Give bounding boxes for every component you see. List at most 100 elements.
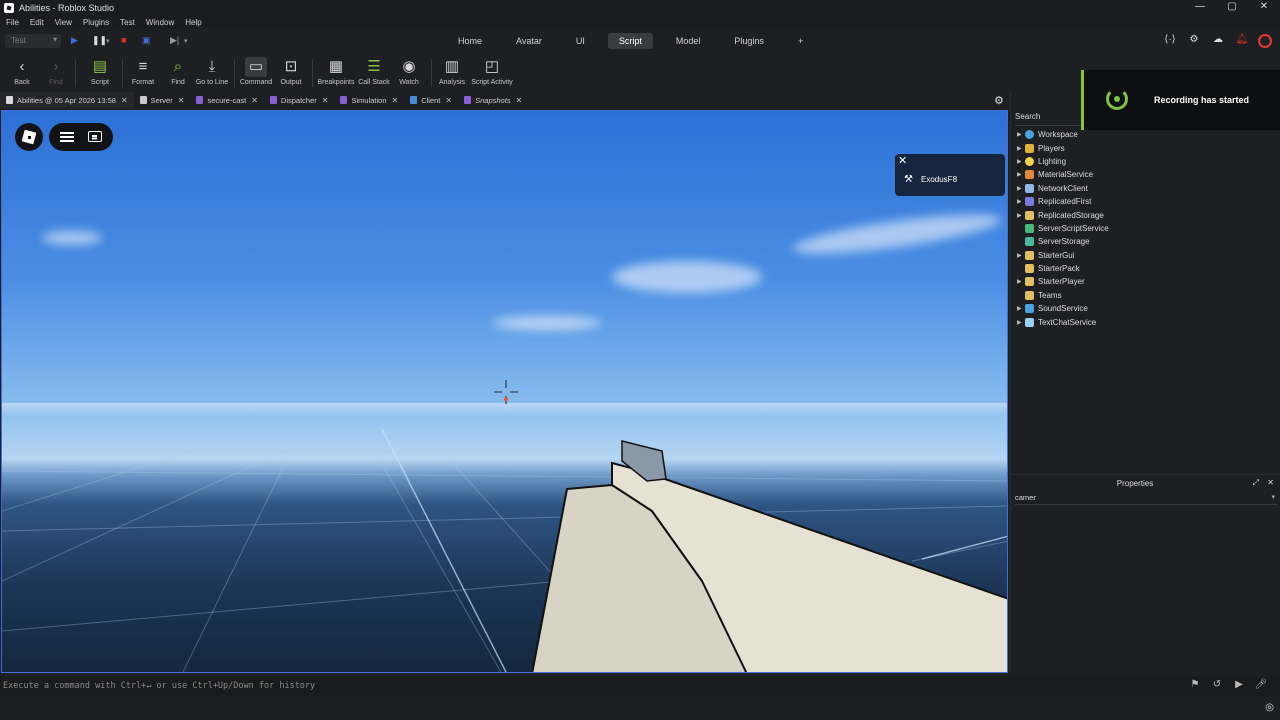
microphone-icon[interactable]: 🎤︎: [1250, 679, 1272, 690]
switch-client-server-icon[interactable]: ▣: [142, 35, 151, 46]
menu-edit[interactable]: Edit: [30, 18, 44, 27]
tree-item-network-client[interactable]: ▶ NetworkClient: [1017, 182, 1109, 195]
expand-arrow-icon[interactable]: ▶: [1017, 158, 1025, 165]
stop-icon[interactable]: ■: [121, 35, 126, 45]
close-icon[interactable]: ✕: [898, 154, 907, 167]
bookmark-icon[interactable]: ⚑: [1184, 679, 1206, 690]
tree-item-lighting[interactable]: ▶ Lighting: [1017, 155, 1109, 168]
share-icon[interactable]: ⟨·⟩: [1158, 34, 1182, 48]
minimize-button[interactable]: —: [1184, 0, 1216, 15]
pause-options-chevron-icon[interactable]: ▾: [106, 37, 110, 45]
doc-tab-simulation[interactable]: Simulation ✕: [334, 92, 404, 108]
expand-arrow-icon[interactable]: ▶: [1017, 212, 1025, 219]
menu-help[interactable]: Help: [185, 18, 201, 27]
roblox-menu-button[interactable]: [15, 123, 43, 151]
step-options-chevron-icon[interactable]: ▾: [184, 37, 188, 45]
close-tab-icon[interactable]: ✕: [178, 96, 185, 105]
script-button[interactable]: ▤ Script: [78, 57, 122, 86]
tab-model[interactable]: Model: [665, 33, 712, 49]
folder-icon: [1025, 277, 1034, 287]
tree-item-starter-player[interactable]: ▶ StarterPlayer: [1017, 275, 1109, 288]
tab-ui[interactable]: UI: [565, 33, 596, 49]
chat-icon[interactable]: [88, 131, 102, 142]
step-icon[interactable]: ▶|: [170, 35, 179, 46]
properties-filter-input[interactable]: camer: [1015, 493, 1277, 505]
maximize-button[interactable]: ▢: [1216, 0, 1248, 15]
tree-item-replicated-first[interactable]: ▶ ReplicatedFirst: [1017, 195, 1109, 208]
close-tab-icon[interactable]: ✕: [445, 96, 452, 105]
command-input[interactable]: Execute a command with Ctrl+↵ or use Ctr…: [3, 681, 315, 691]
cloud-icon[interactable]: ☁: [1206, 34, 1230, 48]
menu-window[interactable]: Window: [146, 18, 174, 27]
close-tab-icon[interactable]: ✕: [392, 96, 399, 105]
close-tab-icon[interactable]: ✕: [251, 96, 258, 105]
tree-item-server-storage[interactable]: ServerStorage: [1017, 235, 1109, 248]
close-icon[interactable]: ✕: [1267, 478, 1274, 487]
tree-item-teams[interactable]: Teams: [1017, 289, 1109, 302]
test-mode-select[interactable]: Test: [5, 34, 61, 48]
forward-button[interactable]: › Find: [34, 57, 78, 86]
menu-test[interactable]: Test: [120, 18, 135, 27]
expand-arrow-icon[interactable]: ▶: [1017, 319, 1025, 326]
properties-panel-controls: ⤢ ✕: [1253, 478, 1274, 488]
tab-script[interactable]: Script: [607, 33, 653, 49]
play-icon[interactable]: ▶: [71, 35, 78, 46]
tree-item-starter-gui[interactable]: ▶ StarterGui: [1017, 249, 1109, 262]
viewport-settings-gear-icon[interactable]: ⚙: [994, 94, 1004, 107]
close-tab-icon[interactable]: ✕: [121, 96, 128, 105]
expand-arrow-icon[interactable]: ▶: [1017, 131, 1025, 138]
pause-icon[interactable]: ❚❚: [92, 35, 107, 46]
expand-arrow-icon[interactable]: ▶: [1017, 185, 1025, 192]
game-viewport[interactable]: ✕ ⚒ ExodusF8: [1, 110, 1008, 673]
add-tab-button[interactable]: +: [787, 33, 814, 49]
expand-arrow-icon[interactable]: ▶: [1017, 305, 1025, 312]
close-tab-icon[interactable]: ✕: [322, 96, 329, 105]
ribbon-tabs: Home Avatar UI Script Model Plugins +: [447, 33, 826, 49]
expand-arrow-icon[interactable]: ▶: [1017, 278, 1025, 285]
close-window-button[interactable]: ✕: [1248, 0, 1280, 15]
roblox-studio-icon: [4, 2, 14, 13]
tree-item-starter-pack[interactable]: StarterPack: [1017, 262, 1109, 275]
output-button[interactable]: ⊡ Output: [269, 57, 313, 86]
player-name[interactable]: ExodusF8: [921, 175, 957, 184]
tree-item-workspace[interactable]: ▶ Workspace: [1017, 128, 1109, 141]
menu-file[interactable]: File: [6, 18, 19, 27]
doc-tab-server[interactable]: Server ✕: [134, 92, 191, 108]
analysis-button[interactable]: ▥ Analysis: [430, 57, 474, 86]
tree-item-players[interactable]: ▶ Players: [1017, 141, 1109, 154]
hamburger-menu-icon[interactable]: [60, 132, 74, 142]
user-avatar[interactable]: [1258, 34, 1272, 48]
tree-item-replicated-storage[interactable]: ▶ ReplicatedStorage: [1017, 208, 1109, 221]
popout-icon[interactable]: ⤢: [1253, 478, 1259, 487]
doc-tab-client[interactable]: Client ✕: [404, 92, 458, 108]
doc-tab-snapshots[interactable]: Snapshots ✕: [458, 92, 528, 108]
doc-tab-place[interactable]: Abilities @ 05 Apr 2026 13:58 ✕: [0, 92, 134, 108]
history-icon[interactable]: ↺: [1206, 679, 1228, 690]
tab-avatar[interactable]: Avatar: [505, 33, 553, 49]
expand-arrow-icon[interactable]: ▶: [1017, 171, 1025, 178]
tree-item-material-service[interactable]: ▶ MaterialService: [1017, 168, 1109, 181]
tree-item-sound-service[interactable]: ▶ SoundService: [1017, 302, 1109, 315]
notification-bell-icon[interactable]: 🔔︎: [1230, 34, 1254, 48]
expand-arrow-icon[interactable]: ▶: [1017, 252, 1025, 259]
close-tab-icon[interactable]: ✕: [516, 96, 523, 105]
expand-arrow-icon[interactable]: ▶: [1017, 198, 1025, 205]
script-activity-button[interactable]: ◰ Script Activity: [470, 57, 514, 86]
analysis-chart-icon: ▥: [444, 58, 460, 75]
module-script-icon: [464, 96, 472, 104]
expand-arrow-icon[interactable]: ▶: [1017, 145, 1025, 152]
go-to-line-button[interactable]: ⤓ Go to Line: [190, 57, 234, 86]
menu-view[interactable]: View: [55, 18, 72, 27]
assistant-icon[interactable]: ◎: [1265, 702, 1274, 713]
tree-item-text-chat-service[interactable]: ▶ TextChatService: [1017, 315, 1109, 328]
watch-button[interactable]: ◉ Watch: [387, 57, 431, 86]
doc-tab-dispatcher[interactable]: Dispatcher ✕: [264, 92, 335, 108]
run-icon[interactable]: ▶: [1228, 679, 1250, 690]
tab-home[interactable]: Home: [447, 33, 493, 49]
tree-item-server-script-service[interactable]: ServerScriptService: [1017, 222, 1109, 235]
eye-icon: ◉: [402, 58, 416, 75]
menu-plugins[interactable]: Plugins: [83, 18, 109, 27]
tab-plugins[interactable]: Plugins: [723, 33, 775, 49]
doc-tab-secure-cast[interactable]: secure-cast ✕: [190, 92, 263, 108]
collaborate-icon[interactable]: ⚙: [1182, 34, 1206, 48]
